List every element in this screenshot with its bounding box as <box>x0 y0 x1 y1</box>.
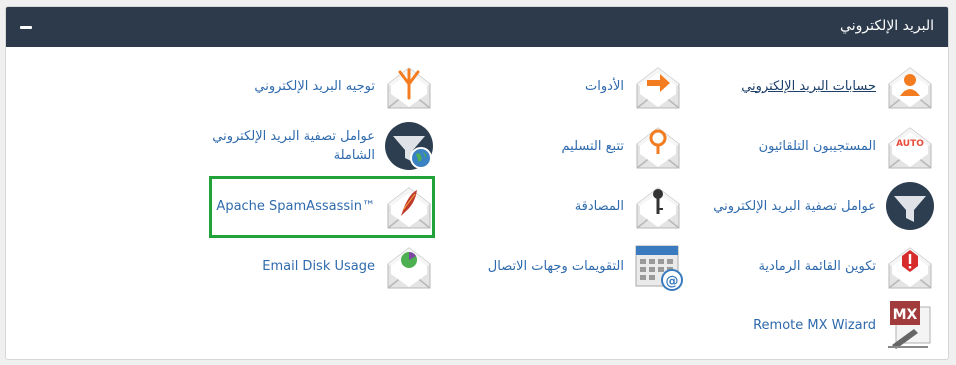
disk-usage-item[interactable]: Email Disk Usage <box>262 240 435 292</box>
envelope-fork-icon <box>387 67 431 109</box>
tools-link[interactable]: الأدوات <box>585 77 624 96</box>
tools-item[interactable]: الأدوات <box>585 60 684 112</box>
authentication-link[interactable]: المصادقة <box>575 197 624 216</box>
global-filters-item[interactable]: عوامل تصفية البريد الإلكتروني الشاملة <box>190 120 435 172</box>
calendar-at-icon: @ <box>635 245 683 291</box>
global-filters-link[interactable]: عوامل تصفية البريد الإلكتروني الشاملة <box>190 127 375 165</box>
minus-icon[interactable] <box>20 26 32 29</box>
email-filters-link[interactable]: عوامل تصفية البريد الإلكتروني <box>713 197 876 216</box>
greylisting-item[interactable]: تكوين القائمة الرمادية <box>758 240 936 292</box>
svg-text:AUTO: AUTO <box>896 139 924 149</box>
envelope-arrow-icon <box>636 67 680 109</box>
greylisting-link[interactable]: تكوين القائمة الرمادية <box>758 257 876 276</box>
remote-mx-item[interactable]: Remote MX Wizard MX <box>753 299 936 351</box>
envelope-pin-icon <box>636 127 680 169</box>
envelope-pie-icon <box>387 247 431 289</box>
forwarders-item[interactable]: توجيه البريد الإلكتروني <box>254 60 435 112</box>
envelope-auto-icon: AUTO <box>888 127 932 169</box>
authentication-item[interactable]: المصادقة <box>575 180 684 232</box>
envelope-key-icon <box>636 187 680 229</box>
calendars-link[interactable]: التقويمات وجهات الاتصال <box>488 257 624 276</box>
email-filters-item[interactable]: عوامل تصفية البريد الإلكتروني <box>713 180 936 232</box>
email-accounts-item[interactable]: حسابات البريد الإلكتروني <box>741 60 936 112</box>
svg-text:@: @ <box>666 274 679 289</box>
funnel-globe-icon <box>385 122 433 170</box>
forwarders-link[interactable]: توجيه البريد الإلكتروني <box>254 77 375 96</box>
panel-title: البريد الإلكتروني <box>840 18 934 34</box>
envelope-alert-icon <box>888 247 932 289</box>
svg-text:MX: MX <box>893 307 918 323</box>
track-delivery-link[interactable]: تتبع التسليم <box>562 137 625 156</box>
email-accounts-link[interactable]: حسابات البريد الإلكتروني <box>741 77 876 96</box>
autoresponders-link[interactable]: المستجيبون التلقائيون <box>759 137 876 156</box>
disk-usage-link[interactable]: Email Disk Usage <box>262 257 375 276</box>
funnel-icon <box>886 182 934 230</box>
panel-header[interactable]: البريد الإلكتروني <box>6 7 948 47</box>
remote-mx-link[interactable]: Remote MX Wizard <box>753 316 876 335</box>
calendars-item[interactable]: التقويمات وجهات الاتصال @ <box>488 240 684 292</box>
spamassassin-highlight <box>209 176 435 238</box>
mx-wizard-icon: MX <box>888 301 931 349</box>
envelope-user-icon <box>888 67 932 109</box>
autoresponders-item[interactable]: المستجيبون التلقائيون AUTO <box>759 120 936 172</box>
track-delivery-item[interactable]: تتبع التسليم <box>562 120 685 172</box>
